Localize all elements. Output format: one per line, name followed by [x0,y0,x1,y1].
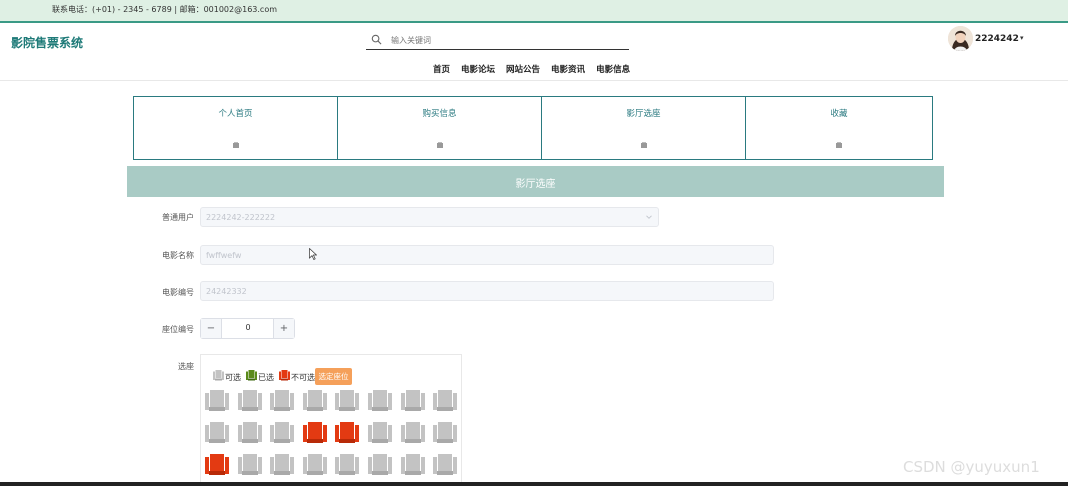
seat-available[interactable] [432,388,458,414]
nav-announcements[interactable]: 网站公告 [506,63,540,75]
tab-label: 收藏 [830,109,848,119]
seat-available[interactable] [302,388,328,414]
seat-available[interactable] [334,388,360,414]
section-title: 影厅选座 [515,179,556,190]
main-nav: 首页 电影论坛 网站公告 电影资讯 电影信息 [433,63,641,75]
seat-available-icon [213,370,224,381]
tab-label: 影厅选座 [626,109,661,119]
user-label: 普通用户 [162,213,194,222]
increment-button[interactable]: + [273,319,294,338]
nav-movie-info[interactable]: 电影信息 [596,63,630,75]
seat-available[interactable] [367,388,393,414]
tab-label: 个人首页 [218,109,253,119]
seat-available[interactable] [269,452,295,478]
movie-name-value: fwffwefw [206,251,242,260]
seat-available[interactable] [204,420,230,446]
contact-info: 联系电话：(+01) - 2345 - 6789 | 邮箱：001002@163… [52,5,278,14]
tab-personal-home[interactable]: 个人首页 [133,96,338,160]
search-input[interactable] [391,33,621,47]
avatar[interactable] [948,26,973,51]
image-placeholder-icon [436,142,443,148]
seat-available[interactable] [302,452,328,478]
seat-available[interactable] [400,388,426,414]
movie-no-field[interactable]: 24242332 [200,281,774,301]
seat-available[interactable] [269,420,295,446]
dropdown-caret-icon[interactable]: ▾ [1020,34,1024,42]
seat-unavailable-icon [279,370,290,381]
contact-bar: 联系电话：(+01) - 2345 - 6789 | 邮箱：001002@163… [0,0,1068,23]
seat-no-label: 座位编号 [162,325,194,334]
nav-movie-forum[interactable]: 电影论坛 [461,63,495,75]
image-placeholder-icon [232,142,239,148]
tab-seat-selection[interactable]: 影厅选座 [541,96,746,160]
seat-available[interactable] [432,420,458,446]
seat-available[interactable] [237,452,263,478]
seat-no-value[interactable]: 0 [223,323,273,332]
search-icon[interactable] [371,34,382,45]
mouse-cursor-icon [309,248,317,260]
avatar-icon [948,26,973,51]
seat-available[interactable] [237,420,263,446]
seat-available[interactable] [367,452,393,478]
seat-available[interactable] [400,420,426,446]
bottom-border [0,482,1068,486]
movie-name-field[interactable]: fwffwefw [200,245,774,265]
tab-favorites[interactable]: 收藏 [745,96,933,160]
decrement-button[interactable]: − [201,319,222,338]
seat-available[interactable] [334,452,360,478]
seat-available[interactable] [204,388,230,414]
user-select[interactable]: 2224242-222222 [200,207,659,227]
confirm-seat-button[interactable]: 选定座位 [315,368,352,385]
image-placeholder-icon [836,142,842,148]
movie-name-label: 电影名称 [162,251,194,260]
user-select-value: 2224242-222222 [206,213,276,222]
seat-available[interactable] [400,452,426,478]
seat-map: 可选 已选 不可选 选定座位 [200,354,462,486]
seat-available[interactable] [269,388,295,414]
seat-available[interactable] [367,420,393,446]
seat-unavailable [335,422,360,443]
legend-selected-text: 已选 [258,373,274,382]
chevron-down-icon [646,215,652,219]
legend-unavailable-text: 不可选 [291,373,315,382]
legend-available-text: 可选 [225,373,241,382]
seat-selected-icon [246,370,257,381]
site-brand[interactable]: 影院售票系统 [11,34,83,51]
seat-available[interactable] [432,452,458,478]
movie-no-label: 电影编号 [162,288,194,297]
nav-movie-news[interactable]: 电影资讯 [551,63,585,75]
image-placeholder-icon [640,142,647,148]
seat-no-stepper: − 0 + [200,318,295,339]
movie-no-value: 24242332 [206,287,247,296]
watermark: CSDN @yuyuxun1 [903,458,1040,476]
tab-purchase-info[interactable]: 购买信息 [337,96,542,160]
seat-unavailable [205,454,229,475]
choose-seat-label: 选座 [178,362,194,371]
seat-available[interactable] [237,388,263,414]
section-header: 影厅选座 [127,166,944,197]
search-bar [366,31,629,50]
username[interactable]: 2224242 [975,34,1019,44]
site-header: 影院售票系统 首页 电影论坛 网站公告 电影资讯 电影信息 2224242 ▾ [0,23,1068,81]
seat-unavailable [302,422,327,443]
tab-label: 购买信息 [422,109,457,119]
nav-home[interactable]: 首页 [433,63,450,75]
profile-tabs: 个人首页 购买信息 影厅选座 收藏 [133,96,933,160]
